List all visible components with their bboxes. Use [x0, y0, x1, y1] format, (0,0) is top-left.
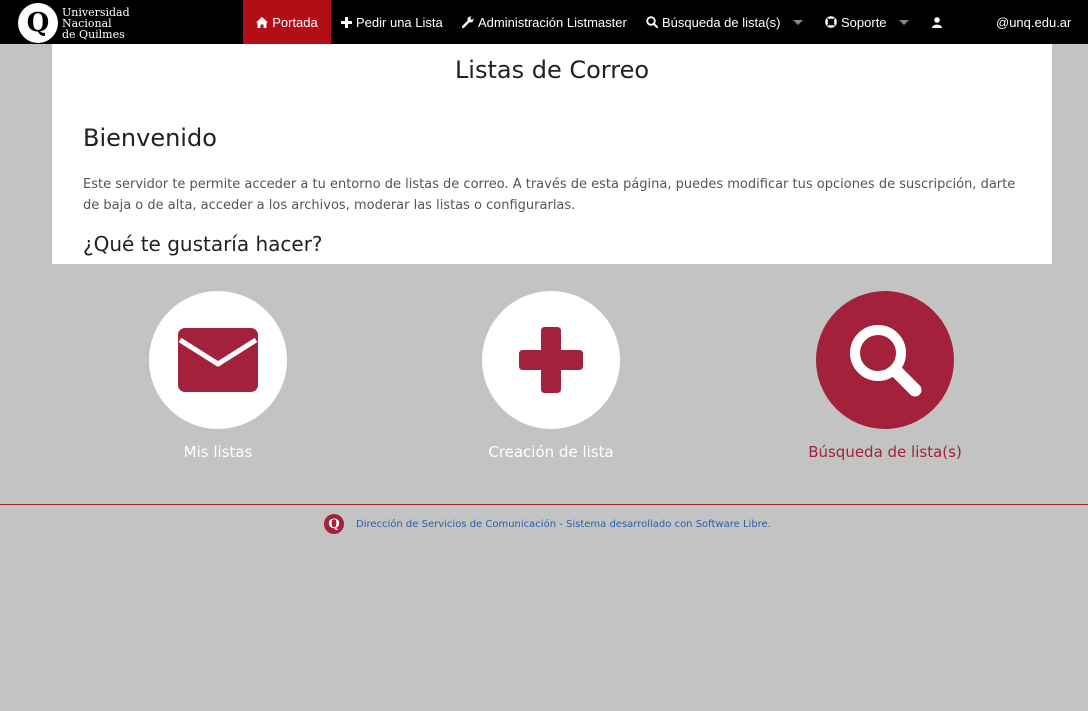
- nav-request-list[interactable]: Pedir una Lista: [341, 0, 443, 44]
- create-list-action[interactable]: Creación de lista: [451, 291, 651, 461]
- nav-listmaster-admin[interactable]: Administración Listmaster: [462, 0, 627, 44]
- wrench-icon: [462, 16, 474, 28]
- nav-request-list-label: Pedir una Lista: [356, 14, 443, 30]
- my-lists-circle[interactable]: [149, 291, 287, 429]
- search-lists-label[interactable]: Búsqueda de lista(s): [785, 443, 985, 461]
- intro-text: Este servidor te permite acceder a tu en…: [83, 177, 1016, 213]
- logo-mark: Q: [18, 3, 58, 43]
- footer-logo-icon: Q: [324, 514, 344, 534]
- my-lists-action[interactable]: Mis listas: [118, 291, 318, 461]
- search-icon: [850, 325, 922, 397]
- redacted-username: [946, 10, 996, 32]
- question-heading: ¿Qué te gustaría hacer?: [83, 232, 323, 256]
- create-list-circle[interactable]: [482, 291, 620, 429]
- logo-line-1: Universidad: [62, 5, 130, 19]
- create-list-label[interactable]: Creación de lista: [451, 443, 651, 461]
- welcome-panel: Listas de Correo Bienvenido Este servido…: [52, 44, 1052, 264]
- nav-home-label: Portada: [272, 14, 318, 30]
- home-icon: [256, 16, 269, 28]
- plus-icon: [341, 16, 352, 28]
- search-lists-action[interactable]: Búsqueda de lista(s): [785, 291, 985, 461]
- user-icon: [932, 16, 942, 28]
- nav-support[interactable]: Soporte: [825, 0, 909, 44]
- plus-icon: [519, 327, 583, 393]
- footer-link[interactable]: Dirección de Servicios de Comunicación -…: [356, 519, 771, 530]
- footer: Q Dirección de Servicios de Comunicación…: [324, 514, 771, 534]
- page-title: Listas de Correo: [454, 56, 650, 84]
- nav-home[interactable]: Portada: [243, 0, 331, 44]
- chevron-down-icon: [792, 19, 803, 25]
- nav-search-lists-label: Búsqueda de lista(s): [662, 14, 781, 30]
- lifebuoy-icon: [825, 16, 837, 28]
- my-lists-label[interactable]: Mis listas: [118, 443, 318, 461]
- logo-line-3: de Quilmes: [62, 27, 125, 41]
- university-logo[interactable]: Q Universidad Nacional de Quilmes: [18, 2, 138, 44]
- nav-support-label: Soporte: [841, 14, 887, 30]
- envelope-icon: [178, 328, 258, 392]
- search-icon: [646, 16, 658, 28]
- nav-search-lists[interactable]: Búsqueda de lista(s): [646, 0, 803, 44]
- nav-listmaster-admin-label: Administración Listmaster: [478, 14, 627, 30]
- welcome-heading: Bienvenido: [83, 124, 217, 152]
- top-navbar: Q Universidad Nacional de Quilmes Portad…: [0, 0, 1088, 44]
- nav-user-email: @unq.edu.ar: [996, 14, 1072, 30]
- search-lists-circle[interactable]: [816, 291, 954, 429]
- logo-line-2: Nacional: [62, 16, 112, 30]
- chevron-down-icon: [898, 19, 909, 25]
- footer-divider: [0, 504, 1088, 505]
- logo-wordmark: Universidad Nacional de Quilmes: [62, 7, 130, 40]
